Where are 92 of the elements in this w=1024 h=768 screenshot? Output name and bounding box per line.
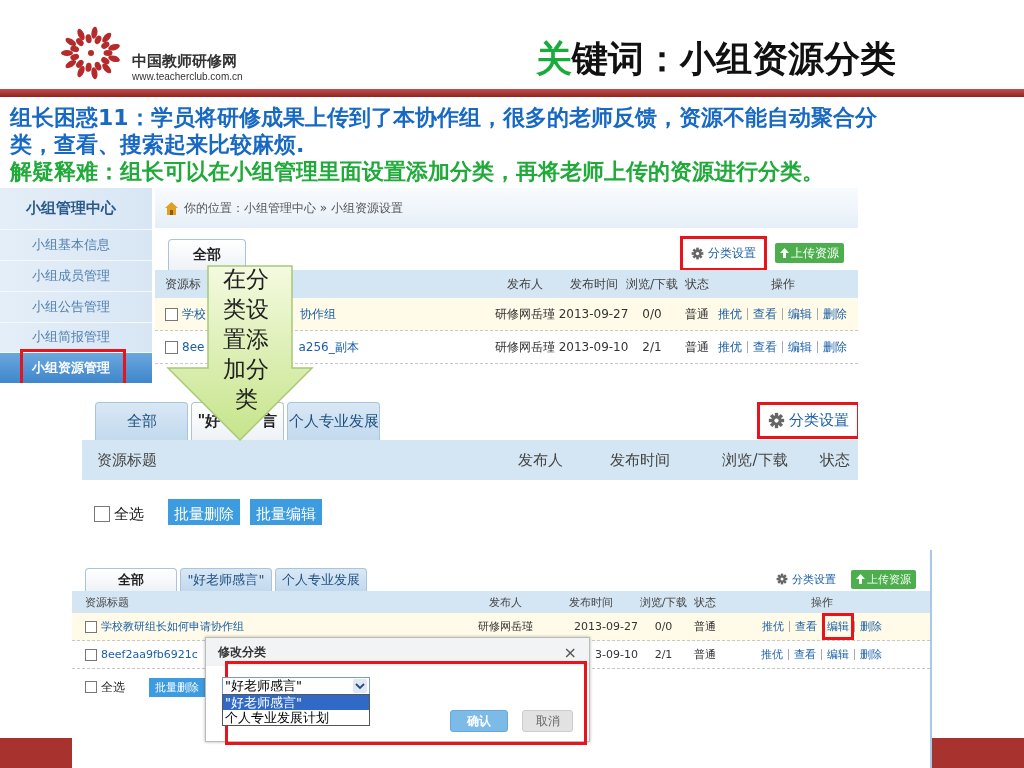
column-header: 发布人 — [517, 450, 563, 470]
column-header: 操作 — [770, 275, 795, 293]
arrow-up-icon — [856, 574, 865, 584]
tab[interactable]: 全部 — [85, 568, 177, 591]
action-link[interactable]: 删除 — [817, 341, 852, 353]
action-link[interactable]: 查看 — [747, 308, 782, 320]
column-header: 发布时间 — [569, 275, 618, 293]
action-link[interactable]: 推优 — [713, 341, 747, 353]
action-link[interactable]: 查看 — [747, 341, 782, 353]
column-header: 发布人 — [507, 275, 543, 293]
table-cell: 普通 — [685, 305, 709, 323]
category-settings-link[interactable]: 分类设置 — [769, 566, 843, 592]
table-cell: 0/0 — [642, 307, 662, 321]
action-link[interactable]: 删除 — [853, 621, 887, 632]
table-cell: 研修网岳瑾 — [495, 305, 555, 323]
tab[interactable]: 个人专业发展 — [275, 568, 367, 591]
tab[interactable]: 个人专业发展 — [287, 402, 380, 440]
dropdown-option[interactable]: 个人专业发展计划 — [223, 710, 369, 725]
dropdown-option[interactable]: "好老师感言" — [223, 695, 369, 710]
table-cell: 研修网岳瑾 — [495, 338, 555, 356]
table-cell: 2013-09-27 — [574, 620, 638, 633]
table-cell: 普通 — [685, 338, 709, 356]
checkbox[interactable] — [85, 648, 97, 661]
gear-icon — [691, 246, 704, 260]
action-link[interactable]: 推优 — [756, 649, 788, 660]
solution-text: 解疑释难：组长可以在小组管理里面设置添加分类，再将老师上传的资源进行分类。 — [10, 158, 825, 185]
table-cell: 0/0 — [654, 620, 673, 633]
resource-link[interactable]: 学校教研组长如何申请协作组 — [101, 619, 244, 634]
sidebar-title: 小组管理中心 — [25, 198, 117, 220]
column-header: 操作 — [810, 594, 833, 610]
checkbox[interactable] — [85, 620, 97, 633]
action-link[interactable]: 编辑 — [821, 613, 854, 640]
logo-name: 中国教师研修网 — [132, 52, 238, 71]
column-header: 状态 — [694, 594, 716, 610]
checkbox[interactable] — [165, 340, 178, 354]
dialog-title: 修改分类 — [218, 643, 266, 661]
column-header: 发布人 — [488, 594, 522, 610]
action-link[interactable]: 删除 — [817, 308, 852, 320]
arrow-up-icon — [780, 248, 789, 258]
table-cell: 研修网岳瑾 — [477, 619, 533, 634]
table-cell: 2/1 — [654, 648, 673, 661]
slide-title: 键词：小组资源分类 — [572, 37, 896, 81]
checkbox[interactable] — [85, 681, 97, 693]
resource-link[interactable]: a256_副本 — [298, 338, 359, 356]
column-header: 资源标题 — [85, 594, 129, 610]
action-link[interactable]: 查看 — [788, 621, 822, 632]
action-link[interactable]: 查看 — [788, 649, 821, 660]
table-cell: 2013-09-27 — [558, 307, 629, 321]
column-header: 浏览/下载 — [626, 275, 679, 293]
column-header: 发布时间 — [610, 450, 670, 470]
checkbox[interactable] — [94, 506, 110, 522]
table-cell: 2/1 — [642, 340, 662, 354]
table-cell: 3-09-10 — [595, 648, 638, 661]
home-icon — [165, 201, 178, 215]
column-header: 状态 — [820, 450, 850, 470]
column-header: 发布时间 — [569, 594, 613, 610]
column-header: 浏览/下载 — [722, 450, 788, 470]
sidebar-item[interactable]: 小组公告管理 — [0, 290, 152, 322]
column-header: 资源标 — [165, 275, 201, 293]
column-header: 浏览/下载 — [639, 594, 688, 610]
table-cell: 普通 — [694, 619, 716, 634]
tab[interactable]: 全部 — [95, 402, 188, 440]
title-highlight: 关 — [536, 37, 572, 81]
action-link[interactable]: 推优 — [756, 621, 789, 632]
action-link[interactable]: 编辑 — [821, 649, 854, 660]
sidebar-item[interactable]: 小组基本信息 — [0, 229, 152, 261]
gear-icon — [768, 411, 785, 429]
cancel-button[interactable]: 取消 — [522, 710, 573, 732]
column-header: 状态 — [685, 275, 709, 293]
checkbox[interactable] — [165, 307, 178, 321]
resource-link[interactable]: 学校 — [182, 305, 206, 323]
action-link[interactable]: 删除 — [854, 649, 887, 660]
logo-url: www.teacherclub.com.cn — [132, 71, 243, 82]
sidebar-item[interactable]: 小组成员管理 — [0, 260, 152, 291]
action-link[interactable]: 编辑 — [782, 308, 817, 320]
chevron-down-icon — [353, 679, 367, 693]
tab-label: 言 — [262, 412, 278, 431]
breadcrumb: 你的位置：小组管理中心 » 小组资源设置 — [184, 199, 403, 217]
table-cell: 2013-09-10 — [558, 340, 629, 354]
select-all-label: 全选 — [114, 504, 144, 524]
select-all-label: 全选 — [101, 678, 125, 696]
action-link[interactable]: 编辑 — [782, 341, 817, 353]
resource-link[interactable]: 协作组 — [300, 305, 336, 323]
tab[interactable]: "好老师感言" — [180, 568, 272, 591]
gear-icon — [776, 573, 788, 585]
resource-link[interactable]: 8ee — [182, 340, 205, 354]
column-header: 资源标题 — [97, 450, 157, 470]
table-cell: 普通 — [694, 647, 716, 662]
close-button[interactable]: × — [563, 642, 577, 662]
action-link[interactable]: 推优 — [713, 308, 747, 320]
resource-link[interactable]: 8eef2aa9fb6921c — [101, 648, 198, 661]
problem-text: 组长困惑11：学员将研修成果上传到了本协作组，很多的老师反馈，资源不能自动聚合分类，查看、搜索起来比较麻烦. — [10, 104, 878, 158]
